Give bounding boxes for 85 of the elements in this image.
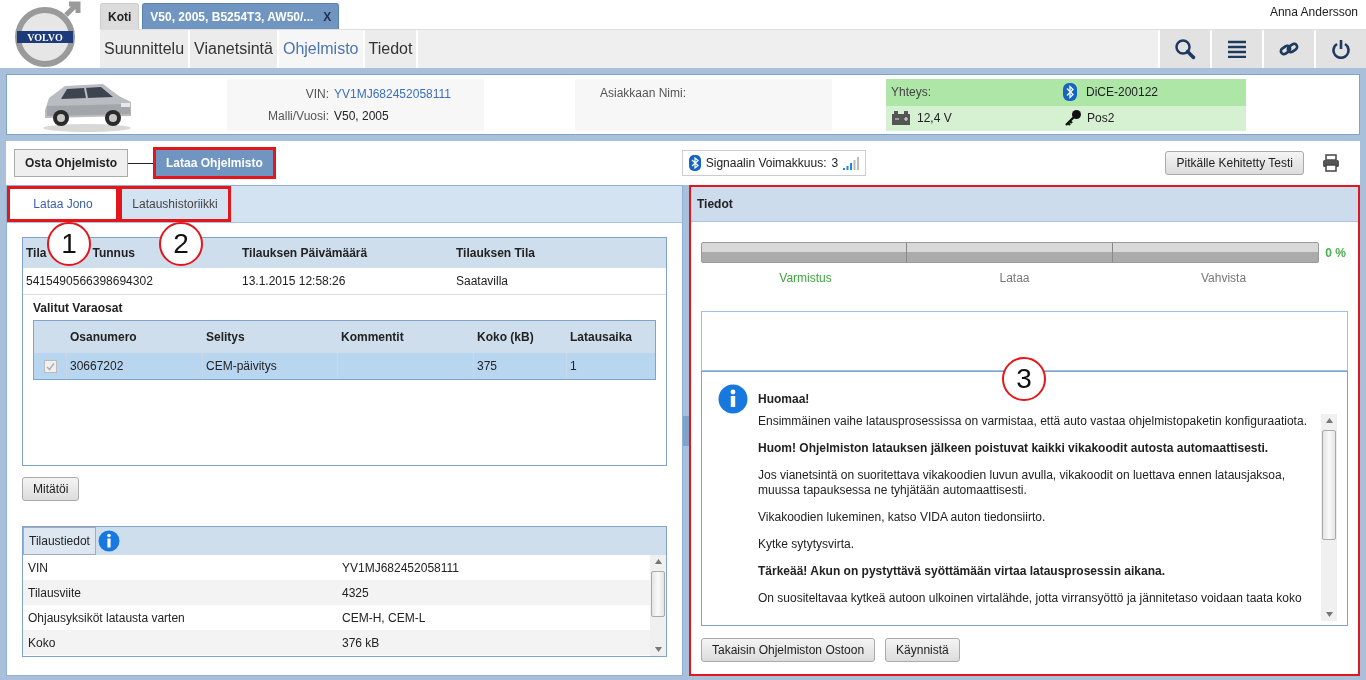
scrollbar[interactable] [650,555,666,656]
note-title: Huomaa! [758,392,810,406]
power-button[interactable] [1314,30,1366,68]
column-header: Latausaika [570,330,633,344]
table-cell: 1 [570,359,577,373]
panel-tab[interactable]: Lataushistoriikki [119,186,231,222]
field-label: Yhteys: [891,85,933,99]
battery-icon [892,111,910,125]
table-cell: 13.1.2015 12:58:26 [242,274,346,288]
step-label: Vahvista [1200,271,1247,285]
advanced-test-button[interactable]: Pitkälle Kehitetty Testi [1165,151,1304,175]
user-name: Anna Andersson [1269,5,1358,19]
document-tab[interactable]: V50, 2005, B5254T3, AW50/... X [142,3,340,29]
cancel-button[interactable]: Mitätöi [22,477,80,501]
signal-label: Signaalin Voimakkuus: [705,156,827,170]
table-cell-text: Tilausviite [28,585,82,600]
panel-tab[interactable]: Tilaustiedot [23,527,96,555]
note-paragraph: Ensimmäinen vaihe latausprosessissa on varmistaa, että auto vastaa ohjelmistopaketin konfiguraatiota. [758,414,1308,429]
table-cell: CEM-päivitys [206,359,277,373]
column-header: Tunnus [92,246,135,260]
table-cell: YV1MJ682452058111 [342,560,459,575]
column-header: Koko (kB) [477,330,534,344]
callout-number: 3 [1002,357,1046,401]
table-cell: 376 kB [342,635,380,650]
field-label: VIN: [304,86,329,101]
vin-link[interactable]: YV1MJ682452058111 [334,86,451,101]
scrollbar[interactable] [1321,414,1337,621]
column-header: Osanumero [70,330,137,344]
splitter-handle[interactable] [683,415,689,446]
table-cell: 375 [477,359,498,373]
printer-icon[interactable] [1322,154,1340,172]
workflow-button[interactable]: Osta Ohjelmisto [14,149,129,177]
menu-button[interactable] [1210,30,1262,68]
action-button[interactable]: Takaisin Ohjelmiston Ostoon [701,638,876,662]
info-icon [718,384,748,414]
note-paragraph: Tärkeää! Akun on pystyttävä syöttämään virtaa latausprosessin aikana. [758,564,1167,579]
nav-tab[interactable]: Ohjelmisto [278,30,365,68]
signal-value: 3 [831,156,839,170]
column-header: Tilauksen Päivämäärä [242,246,368,260]
scroll-down-icon[interactable] [654,647,662,652]
column-header: Kommentit [341,330,404,344]
table-cell: CEM-H, CEM-L [342,610,426,625]
field-label: Asiakkaan Nimi: [600,85,687,100]
step-label: Lataa [999,271,1030,285]
table-cell: 30667202 [70,359,124,373]
column-header: Tila [26,246,47,260]
table-cell: 5415490566398694302 [26,274,153,288]
field-value: V50, 2005 [334,108,389,123]
table-cell: 4325 [342,585,369,600]
progress-percent: 0 % [1325,245,1346,260]
voltage-value: 12,4 V [917,111,953,125]
table-cell-text: Ohjausyksiköt latausta varten [28,610,186,625]
note-paragraph: Kytke sytytysvirta. [758,537,856,552]
column-header: Selitys [206,330,245,344]
note-paragraph: Huom! Ohjelmiston latauksen jälkeen poistuvat kaikki vikakoodit autosta automaattisesti. [758,441,1270,456]
search-button[interactable] [1158,30,1210,68]
table-cell-text: VIN [28,560,49,575]
scroll-up-icon[interactable] [1325,418,1333,423]
document-tab[interactable]: Koti [100,3,140,29]
power-icon [1331,39,1351,59]
key-icon [1064,109,1082,127]
bluetooth-icon [688,155,701,171]
search-icon [1174,38,1196,60]
scroll-down-icon[interactable] [1325,612,1333,617]
device-name: DiCE-200122 [1086,85,1159,99]
step-label: Varmistus [779,271,832,285]
field-label: Malli/Vuosi: [267,108,329,123]
note-paragraph: On suositeltavaa kytkeä autoon ulkoinen virtalähde, jotta virransyöttö ja jännitetaso voidaan taata koko [758,591,1303,606]
panel-title: Tiedot [691,187,1358,222]
column-header: Tilauksen Tila [456,246,535,260]
panel-tab[interactable]: Lataa Jono [7,186,119,222]
link-button[interactable] [1262,30,1314,68]
scroll-up-icon[interactable] [654,559,662,564]
info-icon[interactable] [97,530,120,552]
menu-icon [1227,40,1247,58]
ignition-value: Pos2 [1087,111,1115,125]
table-cell: Saatavilla [456,274,509,288]
section-title: Valitut Varaosat [32,300,124,317]
bluetooth-icon [1063,83,1077,101]
close-tab-button[interactable]: X [323,9,332,24]
signal-bars-icon [843,156,860,170]
table-cell-text: Koko [28,635,57,650]
action-button[interactable]: Käynnistä [885,638,960,662]
note-paragraph: Jos vianetsintä on suoritettava vikakoodien luvun avulla, vikakoodit on luettava ennen latausjaksoa, muussa tapauksessa ne tyhjätään automaattisesti. [758,468,1286,498]
note-paragraph: Vikakoodien lukeminen, katso VIDA auton tiedonsiirto. [758,510,1047,525]
